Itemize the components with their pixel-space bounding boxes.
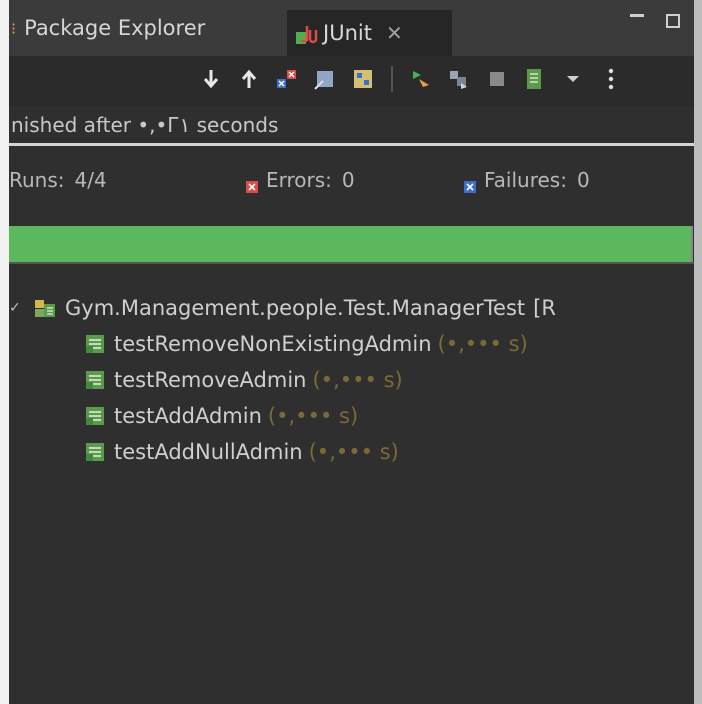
test-tree[interactable]: ✓ Gym.Management.people.Test.ManagerTest…: [9, 290, 694, 690]
test-counters: Runs: 4/4 Errors: 0 Failures: 0: [9, 146, 694, 226]
rerun-test-icon[interactable]: [409, 67, 433, 91]
close-icon[interactable]: ✕: [386, 21, 403, 45]
junit-icon: [293, 20, 319, 46]
maximize-icon[interactable]: [666, 14, 680, 28]
test-time: (•,••• s): [308, 440, 399, 464]
test-run-history-icon[interactable]: [523, 67, 547, 91]
scroll-lock-icon[interactable]: [313, 67, 337, 91]
tab-label-package-explorer: Package Explorer: [24, 16, 206, 40]
next-failure-icon[interactable]: [199, 67, 223, 91]
progress-bar: [9, 226, 693, 262]
runs-counter: Runs: 4/4: [9, 168, 107, 192]
test-time: (•,••• s): [437, 332, 528, 356]
errors-label: Errors:: [266, 168, 332, 192]
suite-name: Gym.Management.people.Test.ManagerTest: [65, 296, 526, 320]
show-skipped-icon[interactable]: [351, 67, 375, 91]
toolbar-separator: [391, 66, 393, 92]
tree-test-row[interactable]: testRemoveAdmin (•,••• s): [84, 362, 403, 398]
test-passed-icon: [84, 369, 106, 391]
left-edge: [0, 0, 9, 704]
progress-fill: [9, 226, 691, 262]
rerun-failed-first-icon[interactable]: [447, 67, 471, 91]
stop-icon[interactable]: [485, 67, 509, 91]
status-bar: nished after •,•Г١ seconds: [9, 106, 694, 144]
test-time: (•,••• s): [312, 368, 403, 392]
failures-label: Failures:: [484, 168, 567, 192]
tab-package-explorer[interactable]: ⁝ Package Explorer: [9, 0, 205, 56]
errors-value: 0: [341, 168, 355, 192]
tree-suite-row[interactable]: ✓ Gym.Management.people.Test.ManagerTest…: [9, 290, 556, 326]
progress-divider: [9, 262, 694, 264]
view-menu-icon[interactable]: [599, 67, 623, 91]
minimize-icon[interactable]: [630, 14, 644, 17]
test-time: (•,••• s): [267, 404, 359, 428]
failures-counter: Failures: 0: [464, 168, 590, 193]
failure-icon: [464, 174, 476, 193]
test-passed-icon: [84, 405, 106, 427]
test-name: testAddAdmin: [114, 404, 262, 428]
chevron-down-icon[interactable]: ✓: [9, 300, 21, 316]
junit-toolbar: [9, 56, 694, 106]
previous-failure-icon[interactable]: [237, 67, 261, 91]
test-name: testAddNullAdmin: [114, 440, 303, 464]
dropdown-icon[interactable]: [561, 67, 585, 91]
finished-status-text: nished after •,•Г١ seconds: [11, 113, 279, 137]
error-icon: [246, 174, 258, 193]
test-passed-icon: [84, 333, 106, 355]
tab-label-junit: JUnit: [323, 21, 372, 45]
test-passed-icon: [84, 441, 106, 463]
runs-value: 4/4: [74, 168, 107, 192]
package-explorer-icon: ⁝: [11, 18, 17, 38]
view-tab-bar: ⁝ Package Explorer JUnit ✕: [9, 0, 694, 56]
right-edge: [694, 0, 702, 704]
test-name: testRemoveAdmin: [114, 368, 307, 392]
tree-test-row[interactable]: testAddNullAdmin (•,••• s): [84, 434, 399, 470]
tree-test-row[interactable]: testAddAdmin (•,••• s): [84, 398, 358, 434]
test-name: testRemoveNonExistingAdmin: [114, 332, 432, 356]
runs-label: Runs:: [9, 168, 65, 192]
tab-junit[interactable]: JUnit ✕: [287, 10, 452, 56]
window-controls: [630, 6, 680, 28]
failures-value: 0: [576, 168, 590, 192]
tree-test-row[interactable]: testRemoveNonExistingAdmin (•,••• s): [84, 326, 528, 362]
test-suite-icon: [33, 296, 57, 320]
errors-counter: Errors: 0: [246, 168, 355, 193]
show-failures-only-icon[interactable]: [275, 67, 299, 91]
suite-runner-suffix: [R: [533, 296, 556, 320]
